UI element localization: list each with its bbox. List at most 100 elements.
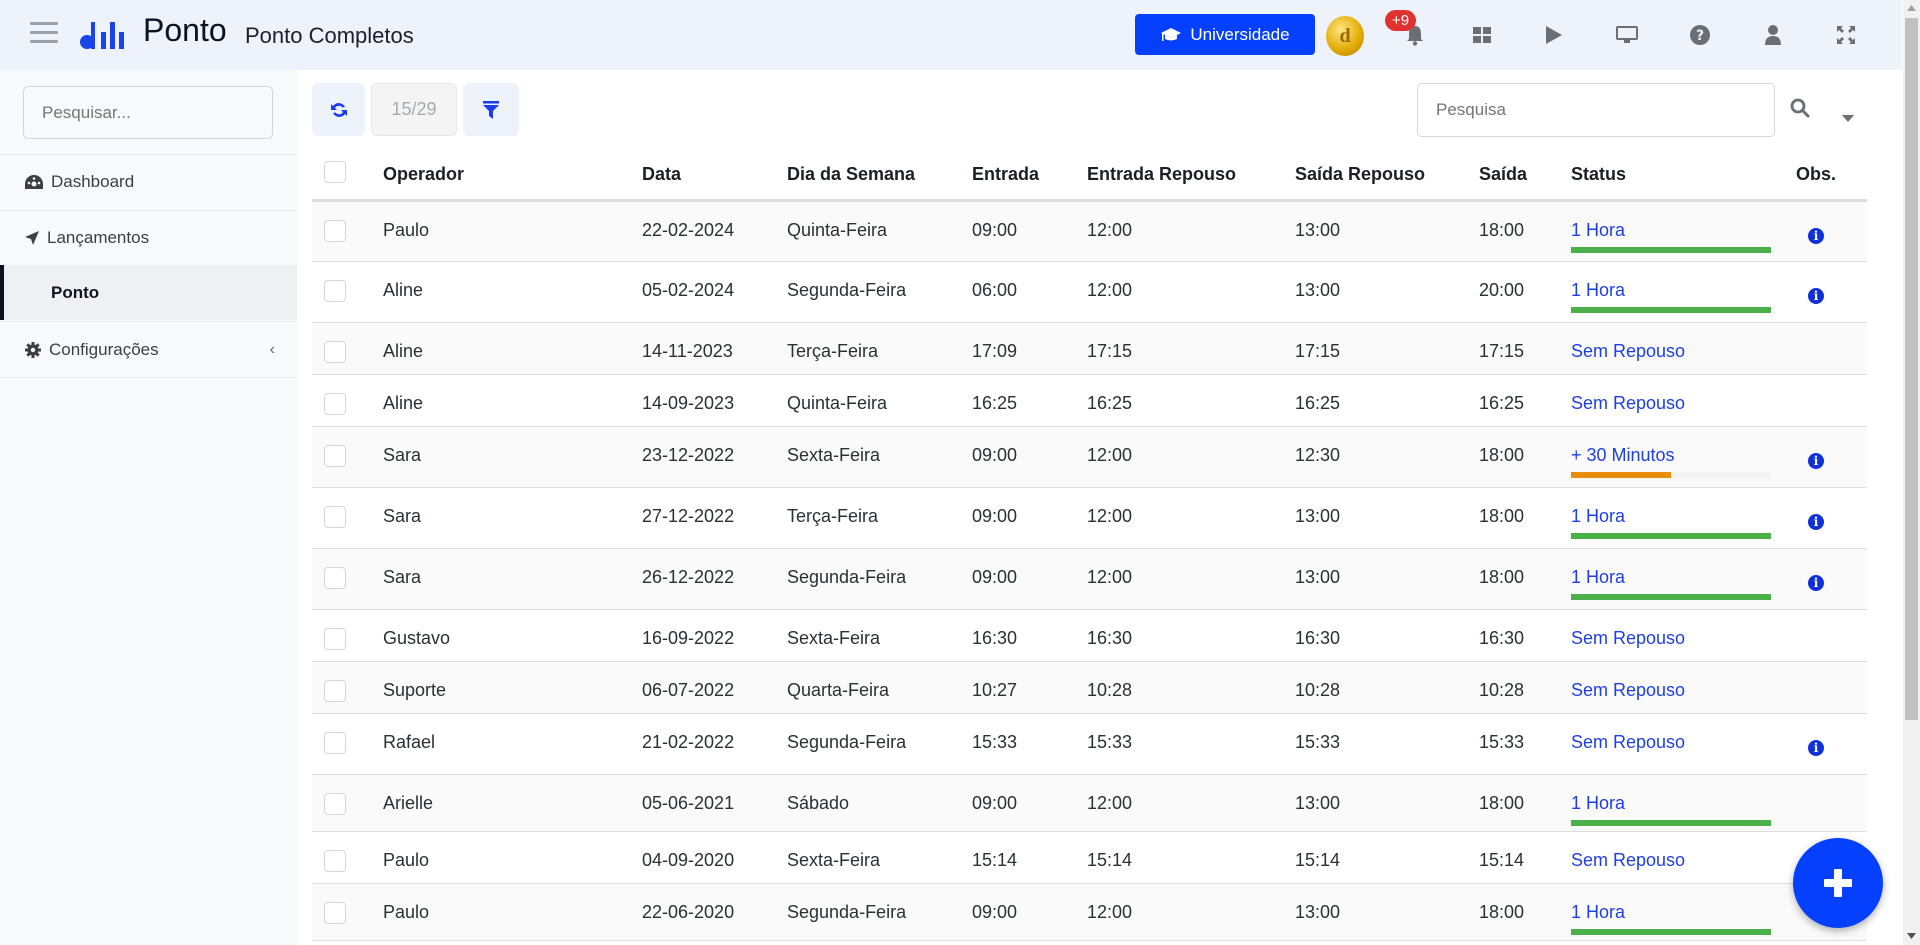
table-row[interactable]: Paulo 22-06-2020 Segunda-Feira 09:00 12:00 13… [312,883,1867,941]
status-link[interactable]: 1 Hora [1571,902,1796,923]
table-row[interactable]: Sara 27-12-2022 Terça-Feira 09:00 12:00 13:00… [312,487,1867,549]
dia-semana-cell: Segunda-Feira [787,261,972,323]
row-checkbox[interactable] [324,340,346,363]
table-row[interactable]: Paulo 22-02-2024 Quinta-Feira 09:00 12:00 13:… [312,200,1867,262]
user-button[interactable] [1760,22,1786,48]
select-all-header [312,150,383,202]
rest-progress-bar [1571,928,1771,935]
saida-repouso-cell: 13:00 [1295,487,1479,549]
apps-grid-button[interactable] [1469,22,1495,48]
data-cell: 04-09-2020 [642,831,787,884]
status-link[interactable]: Sem Repouso [1571,850,1796,871]
entrada-cell: 17:09 [972,322,1087,375]
play-button[interactable] [1541,22,1567,48]
table-row[interactable]: Aline 05-02-2024 Segunda-Feira 06:00 12:00 13… [312,261,1867,323]
info-icon[interactable]: i [1808,452,1824,469]
status-link[interactable]: 1 Hora [1571,280,1796,301]
table-search-input[interactable] [1417,83,1775,137]
data-cell: 26-12-2022 [642,548,787,610]
notifications-button[interactable]: +9 [1385,10,1435,58]
filter-button[interactable] [463,83,519,136]
desktop-button[interactable] [1614,22,1640,48]
header-operador[interactable]: Operador [383,150,642,202]
dropdown-toggle[interactable] [1842,107,1854,126]
row-checkbox[interactable] [324,566,346,589]
info-icon[interactable]: i [1808,574,1824,591]
header-status[interactable]: Status [1571,150,1796,202]
status-link[interactable]: Sem Repouso [1571,393,1796,414]
sidebar-search-input[interactable] [23,86,273,139]
add-record-button[interactable] [1793,838,1883,928]
hamburger-menu-icon[interactable] [30,22,58,44]
table-row[interactable]: Aline 14-11-2023 Terça-Feira 17:09 17:15 17:1… [312,322,1867,375]
table-row[interactable]: Suporte 06-07-2022 Quarta-Feira 10:27 10:28 1… [312,661,1867,714]
universidade-button[interactable]: Universidade [1135,14,1315,55]
table-row[interactable]: Sara 26-12-2022 Segunda-Feira 09:00 12:00 13:… [312,548,1867,610]
entrada-repouso-cell: 17:15 [1087,322,1295,375]
desktop-icon [1616,26,1638,43]
row-checkbox[interactable] [324,731,346,754]
entrada-cell: 10:27 [972,661,1087,714]
info-icon[interactable]: i [1808,739,1824,756]
row-select-cell [312,374,383,427]
sidebar-item-configuracoes[interactable]: Configurações ‹ [0,322,297,377]
header-saida[interactable]: Saída [1479,150,1571,202]
sidebar-item-ponto[interactable]: Ponto [0,265,297,320]
info-icon[interactable]: i [1808,287,1824,304]
row-checkbox[interactable] [324,279,346,302]
row-checkbox[interactable] [324,792,346,815]
table-row[interactable]: Sara 23-12-2022 Sexta-Feira 09:00 12:00 12:30… [312,426,1867,488]
status-link[interactable]: + 30 Minutos [1571,445,1796,466]
help-button[interactable]: ? [1687,22,1713,48]
entrada-cell: 06:00 [972,261,1087,323]
row-checkbox[interactable] [324,392,346,415]
header-data[interactable]: Data [642,150,787,202]
select-all-checkbox[interactable] [324,160,346,183]
scroll-down-icon[interactable] [1907,933,1916,939]
row-checkbox[interactable] [324,901,346,924]
status-link[interactable]: Sem Repouso [1571,628,1796,649]
row-checkbox[interactable] [324,444,346,467]
play-icon [1546,26,1562,44]
header-entrada[interactable]: Entrada [972,150,1087,202]
dashboard-icon [25,174,43,189]
status-link[interactable]: 1 Hora [1571,220,1796,241]
entrada-cell: 09:00 [972,200,1087,262]
table-row[interactable]: Arielle 05-06-2021 Sábado 09:00 12:00 13:00 18… [312,774,1867,832]
table-row[interactable]: Paulo 04-09-2020 Sexta-Feira 15:14 15:14 15:1… [312,831,1867,884]
info-icon[interactable]: i [1808,513,1824,530]
row-checkbox[interactable] [324,219,346,242]
status-link[interactable]: Sem Repouso [1571,341,1796,362]
search-button[interactable] [1790,98,1810,122]
info-icon[interactable]: i [1808,227,1824,244]
header-entrada-repouso[interactable]: Entrada Repouso [1087,150,1295,202]
status-link[interactable]: 1 Hora [1571,567,1796,588]
header-dia-semana[interactable]: Dia da Semana [787,150,972,202]
fullscreen-button[interactable] [1833,22,1859,48]
sidebar-item-lancamentos[interactable]: Lançamentos [0,210,297,265]
row-select-cell [312,322,383,375]
entrada-cell: 16:25 [972,374,1087,427]
row-checkbox[interactable] [324,505,346,528]
coin-avatar[interactable]: d [1326,16,1364,56]
table-row[interactable]: Gustavo 16-09-2022 Sexta-Feira 16:30 16:30 16… [312,609,1867,662]
refresh-button[interactable] [312,83,365,136]
page-scrollbar[interactable] [1903,0,1920,945]
header-saida-repouso[interactable]: Saída Repouso [1295,150,1479,202]
status-link[interactable]: 1 Hora [1571,506,1796,527]
status-link[interactable]: Sem Repouso [1571,680,1796,701]
row-checkbox[interactable] [324,849,346,872]
scroll-up-icon[interactable] [1907,5,1916,11]
row-checkbox[interactable] [324,679,346,702]
status-link[interactable]: 1 Hora [1571,793,1796,814]
table-row[interactable]: Aline 14-09-2023 Quinta-Feira 16:25 16:25 16:… [312,374,1867,427]
entrada-repouso-cell: 12:00 [1087,261,1295,323]
table-row[interactable]: Rafael 21-02-2022 Segunda-Feira 15:33 15:33 1… [312,713,1867,775]
sidebar-item-dashboard[interactable]: Dashboard [0,154,297,209]
sidebar-item-label: Dashboard [51,171,135,191]
status-link[interactable]: Sem Repouso [1571,732,1796,753]
scroll-thumb[interactable] [1905,18,1918,720]
row-checkbox[interactable] [324,627,346,650]
status-cell: 1 Hora [1571,883,1796,941]
dia-semana-cell: Segunda-Feira [787,883,972,941]
